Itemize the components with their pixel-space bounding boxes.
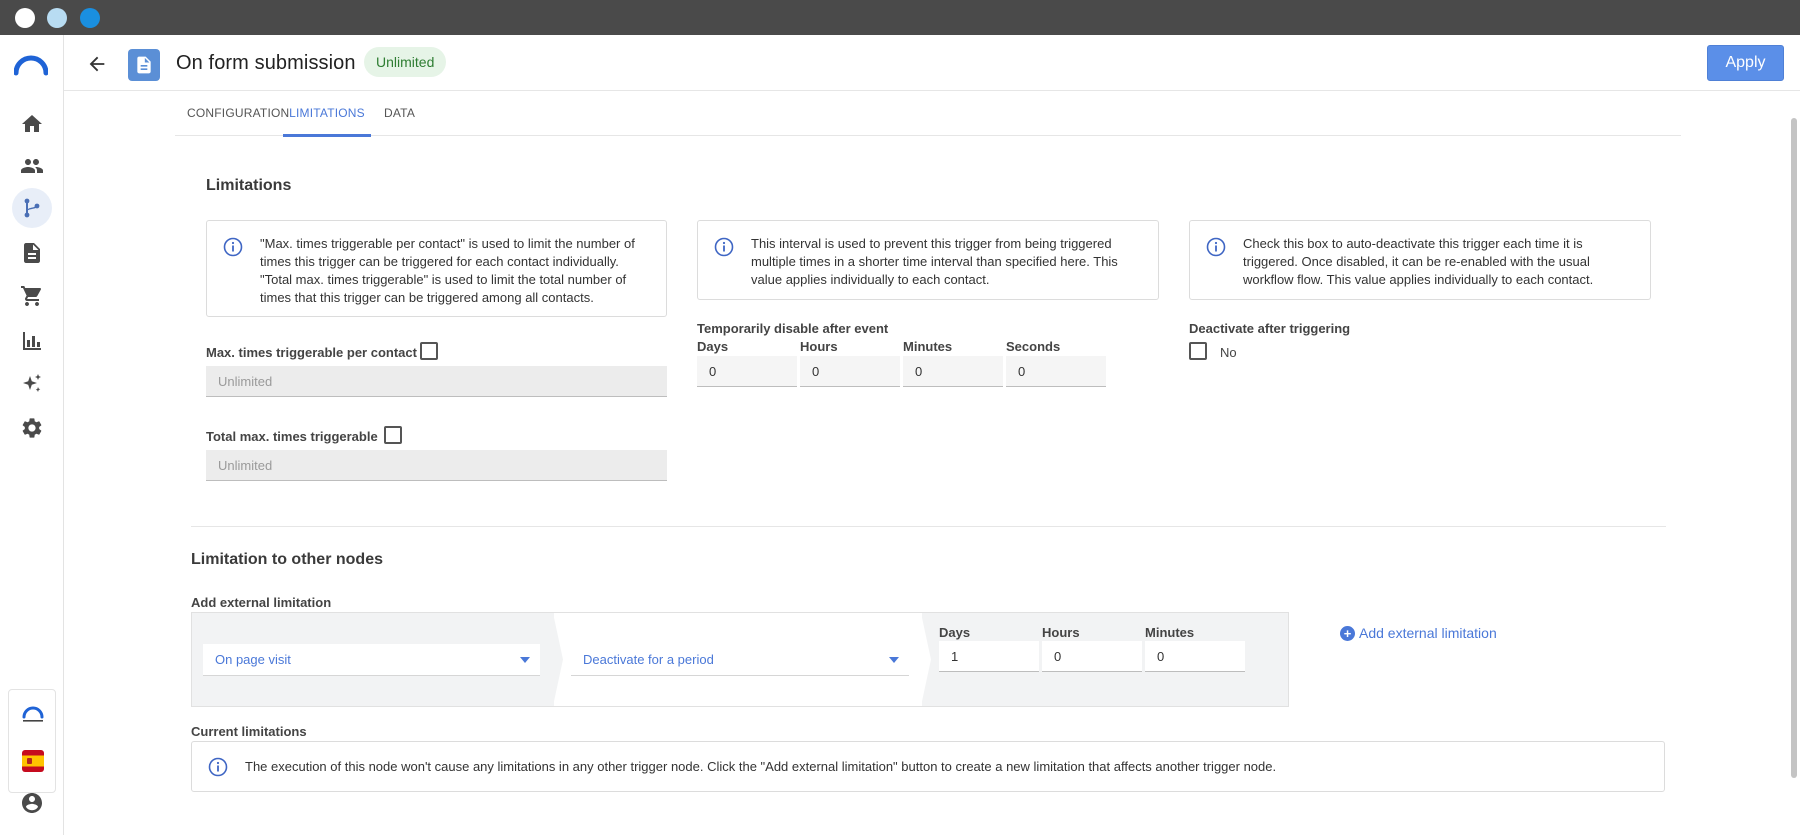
minutes-input[interactable]: 0 xyxy=(903,356,1003,387)
ext-minutes-label: Minutes xyxy=(1145,625,1195,640)
max-per-contact-input[interactable]: Unlimited xyxy=(206,366,667,397)
form-document-icon xyxy=(128,49,160,81)
ext-days-label: Days xyxy=(939,625,971,640)
add-external-label: Add external limitation xyxy=(191,595,332,610)
info-icon xyxy=(714,237,734,257)
page-scrollbar[interactable] xyxy=(1791,118,1797,778)
status-badge: Unlimited xyxy=(364,47,447,77)
apply-button[interactable]: Apply xyxy=(1707,45,1784,81)
chevron-down-icon xyxy=(889,657,899,663)
deactivate-value-text: No xyxy=(1220,345,1237,360)
window-maximize-button[interactable] xyxy=(80,8,100,28)
ext-hours-label: Hours xyxy=(1042,625,1080,640)
total-max-label: Total max. times triggerable xyxy=(206,429,378,444)
app-logo-icon[interactable] xyxy=(14,53,48,77)
seconds-label: Seconds xyxy=(1006,339,1061,354)
days-input[interactable]: 0 xyxy=(697,356,797,387)
trigger-node-select[interactable]: On page visit xyxy=(203,644,540,676)
back-arrow-icon[interactable] xyxy=(84,51,110,77)
document-icon[interactable] xyxy=(16,237,48,269)
action-select[interactable]: Deactivate for a period xyxy=(571,644,909,676)
plus-circle-icon: + xyxy=(1340,625,1355,641)
days-label: Days xyxy=(697,339,729,354)
hours-input[interactable]: 0 xyxy=(800,356,900,387)
account-icon[interactable] xyxy=(16,787,48,819)
tab-bar: CONFIGURATION LIMITATIONS DATA xyxy=(175,91,1681,137)
add-external-limitation-label: Add external limitation xyxy=(1359,625,1497,641)
minutes-label: Minutes xyxy=(903,339,953,354)
info-text: "Max. times triggerable per contact" is … xyxy=(260,236,635,305)
sidebar xyxy=(0,35,64,835)
other-nodes-title: Limitation to other nodes xyxy=(191,551,383,568)
trigger-node-select-value: On page visit xyxy=(215,652,291,667)
connectif-logo[interactable] xyxy=(21,704,45,724)
interval-info-box: This interval is used to prevent this tr… xyxy=(697,220,1159,300)
limitations-title: Limitations xyxy=(206,177,292,194)
info-icon xyxy=(1206,237,1226,257)
seconds-input[interactable]: 0 xyxy=(1006,356,1106,387)
bar-chart-icon[interactable] xyxy=(16,325,48,357)
max-times-info-box: "Max. times triggerable per contact" is … xyxy=(206,220,667,317)
temp-disable-label: Temporarily disable after event xyxy=(697,321,889,336)
deactivate-checkbox[interactable] xyxy=(1189,342,1207,360)
page-header: On form submission Unlimited Apply xyxy=(64,35,1800,91)
info-icon xyxy=(208,757,228,777)
section-divider xyxy=(191,526,1666,527)
window-titlebar xyxy=(0,0,1800,35)
tab-data[interactable]: DATA xyxy=(384,91,415,136)
deactivate-label: Deactivate after triggering xyxy=(1189,321,1351,336)
info-text: The execution of this node won't cause a… xyxy=(245,759,1277,774)
gear-icon[interactable] xyxy=(16,412,48,444)
total-max-checkbox[interactable] xyxy=(384,426,402,444)
cart-icon[interactable] xyxy=(16,280,48,312)
segment-arrow xyxy=(921,613,931,706)
max-per-contact-label: Max. times triggerable per contact xyxy=(206,345,417,360)
sidebar-bottom-panel xyxy=(8,689,56,793)
segment-arrow xyxy=(553,613,563,706)
window-close-button[interactable] xyxy=(15,8,35,28)
total-max-input[interactable]: Unlimited xyxy=(206,450,667,481)
ext-days-input[interactable]: 1 xyxy=(939,641,1039,672)
ext-minutes-input[interactable]: 0 xyxy=(1145,641,1245,672)
current-limitations-info-box: The execution of this node won't cause a… xyxy=(191,741,1665,792)
workflow-icon[interactable] xyxy=(12,188,52,228)
hours-label: Hours xyxy=(800,339,838,354)
tab-configuration[interactable]: CONFIGURATION xyxy=(187,91,289,136)
info-text: This interval is used to prevent this tr… xyxy=(751,236,1118,287)
max-per-contact-checkbox[interactable] xyxy=(420,342,438,360)
window-minimize-button[interactable] xyxy=(47,8,67,28)
chevron-down-icon xyxy=(520,657,530,663)
info-text: Check this box to auto-deactivate this t… xyxy=(1243,236,1594,287)
current-limitations-label: Current limitations xyxy=(191,724,307,739)
tab-limitations[interactable]: LIMITATIONS xyxy=(283,91,371,137)
external-limitation-editor: On page visit Deactivate for a period Da… xyxy=(191,612,1289,707)
home-icon[interactable] xyxy=(16,108,48,140)
ext-hours-input[interactable]: 0 xyxy=(1042,641,1142,672)
page-title: On form submission xyxy=(176,52,356,74)
spain-flag-icon[interactable] xyxy=(22,750,44,772)
action-select-value: Deactivate for a period xyxy=(583,652,714,667)
add-external-limitation-button[interactable]: + Add external limitation xyxy=(1340,625,1497,641)
sparkle-icon[interactable] xyxy=(16,368,48,400)
info-icon xyxy=(223,237,243,257)
deactivate-info-box: Check this box to auto-deactivate this t… xyxy=(1189,220,1651,300)
contacts-icon[interactable] xyxy=(16,150,48,182)
